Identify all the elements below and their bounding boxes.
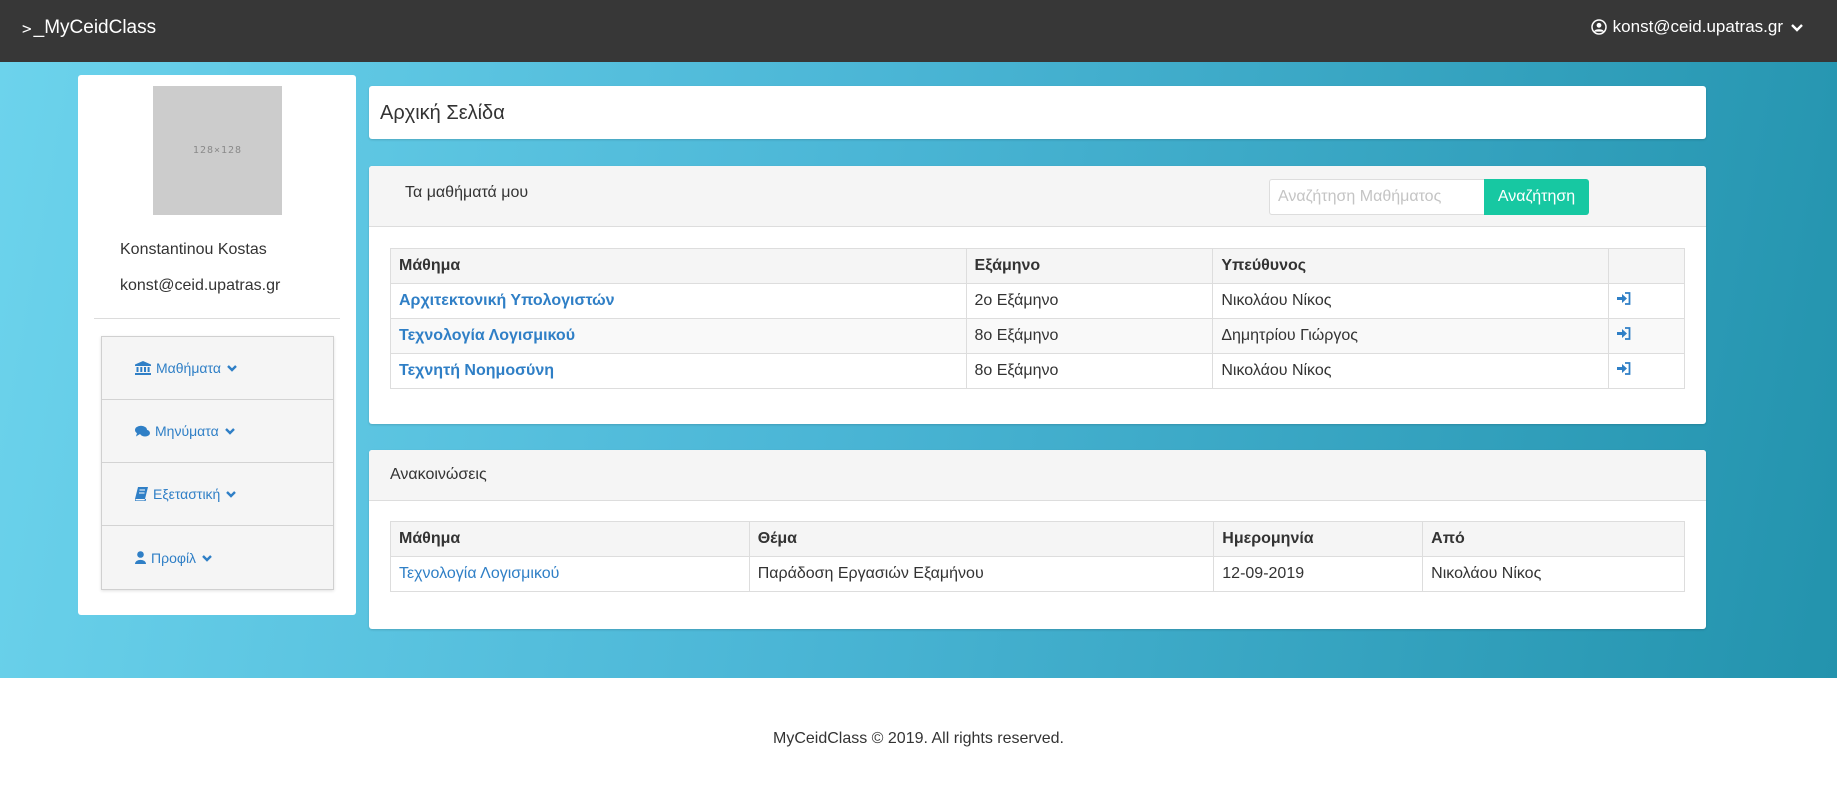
chevron-down-icon [224,425,236,437]
sidebar-item-label: Μαθήματα [156,360,221,376]
action-cell [1608,283,1685,319]
course-cell: Τεχνολογία Λογισμικού [390,318,967,354]
chevron-down-icon [1789,19,1805,35]
sidebar-item-label: Προφίλ [151,549,197,566]
semester-cell: 2ο Εξάμηνο [965,283,1214,319]
instructor-cell: Δημητρίου Γιώργος [1212,318,1610,354]
semester-cell: 8ο Εξάμηνο [965,318,1214,354]
sidebar-item-label: Εξεταστική [153,486,221,502]
column-header [1608,248,1685,284]
announcements-panel-header: Ανακοινώσεις [369,450,1706,501]
announcements-table: Μάθημα Θέμα Ημερομηνία Από Τεχνολογία Λο… [390,521,1685,592]
table-row: Τεχνολογία Λογισμικού Παράδοση Εργασιών … [390,556,1685,592]
action-cell [1608,353,1685,389]
course-cell: Τεχνολογία Λογισμικού [390,556,750,592]
user-icon [135,551,146,564]
profile-sidebar: 128×128 Konstantinou Kostas konst@ceid.u… [78,75,356,615]
user-circle-icon [1590,19,1607,35]
semester-cell: 8ο Εξάμηνο [965,353,1214,389]
column-header: Μάθημα [390,248,967,284]
chevron-down-icon [226,362,238,374]
sign-in-icon[interactable] [1617,327,1631,340]
course-cell: Αρχιτεκτονική Υπολογιστών [390,283,967,319]
profile-email: konst@ceid.upatras.gr [120,277,281,294]
instructor-cell: Νικολάου Νίκος [1212,353,1610,389]
page-title-panel: Αρχική Σελίδα [369,86,1706,139]
table-header-row: Μάθημα Εξάμηνο Υπεύθυνος [390,248,1685,284]
page-title: Αρχική Σελίδα [380,102,505,124]
announcements-title: Ανακοινώσεις [390,466,487,483]
book-icon [135,487,148,501]
chevron-down-icon [225,488,237,500]
announcements-panel: Ανακοινώσεις Μάθημα Θέμα Ημερομηνία Από … [369,450,1706,629]
subject-cell: Παράδοση Εργασιών Εξαμήνου [748,556,1215,592]
course-link[interactable]: Τεχνολογία Λογισμικού [399,327,575,344]
terminal-prompt-icon: > [22,18,32,38]
sidebar-item-exams[interactable]: Εξεταστική [102,463,333,526]
table-row: Τεχνητή Νοημοσύνη 8ο Εξάμηνο Νικολάου Νί… [390,353,1685,389]
brand-link[interactable]: > _MyCeidClass [22,17,156,39]
avatar: 128×128 [153,86,282,215]
date-cell: 12-09-2019 [1213,556,1424,592]
table-row: Αρχιτεκτονική Υπολογιστών 2ο Εξάμηνο Νικ… [390,283,1685,319]
sidebar-item-messages[interactable]: Μηνύματα [102,400,333,463]
footer: MyCeidClass © 2019. All rights reserved. [0,678,1837,793]
brand-name: _MyCeidClass [33,17,157,38]
sidebar-item-profile[interactable]: Προφίλ [102,526,333,589]
chevron-down-icon [201,552,213,564]
column-header: Από [1422,521,1685,557]
top-navbar: > _MyCeidClass konst@ceid.upatras.gr [0,0,1837,62]
sidebar-divider [94,318,340,319]
institution-icon [135,361,151,375]
column-header: Εξάμηνο [965,248,1214,284]
my-courses-panel: Τα μαθήματά μου Αναζήτηση Μάθημα Εξάμηνο… [369,166,1706,424]
table-header-row: Μάθημα Θέμα Ημερομηνία Από [390,521,1685,557]
courses-panel-header: Τα μαθήματά μου Αναζήτηση [369,166,1706,227]
announcement-course-link[interactable]: Τεχνολογία Λογισμικού [399,565,559,582]
column-header: Θέμα [748,521,1215,557]
instructor-cell: Νικολάου Νίκος [1212,283,1610,319]
sign-in-icon[interactable] [1617,362,1631,375]
column-header: Ημερομηνία [1213,521,1424,557]
from-cell: Νικολάου Νίκος [1422,556,1685,592]
footer-text: MyCeidClass © 2019. All rights reserved. [772,730,1064,747]
courses-title: Τα μαθήματά μου [405,184,529,201]
sign-in-icon[interactable] [1617,292,1631,305]
column-header: Μάθημα [390,521,750,557]
course-link[interactable]: Αρχιτεκτονική Υπολογιστών [399,292,615,309]
profile-name: Konstantinou Kostas [120,241,267,258]
course-search-button[interactable]: Αναζήτηση [1484,179,1589,215]
sidebar-menu: Μαθήματα Μηνύματα Εξεταστική Προφίλ [101,336,334,590]
action-cell [1608,318,1685,354]
user-email: konst@ceid.upatras.gr [1612,17,1783,36]
sidebar-item-courses[interactable]: Μαθήματα [102,337,333,400]
course-search-input[interactable] [1269,179,1485,215]
course-link[interactable]: Τεχνητή Νοημοσύνη [399,362,554,379]
course-cell: Τεχνητή Νοημοσύνη [390,353,967,389]
sidebar-item-label: Μηνύματα [155,423,219,439]
user-menu[interactable]: konst@ceid.upatras.gr [1590,17,1805,37]
column-header: Υπεύθυνος [1212,248,1610,284]
courses-table: Μάθημα Εξάμηνο Υπεύθυνος Αρχιτεκτονική Υ… [390,248,1685,389]
comments-icon [135,425,150,438]
table-row: Τεχνολογία Λογισμικού 8ο Εξάμηνο Δημητρί… [390,318,1685,354]
